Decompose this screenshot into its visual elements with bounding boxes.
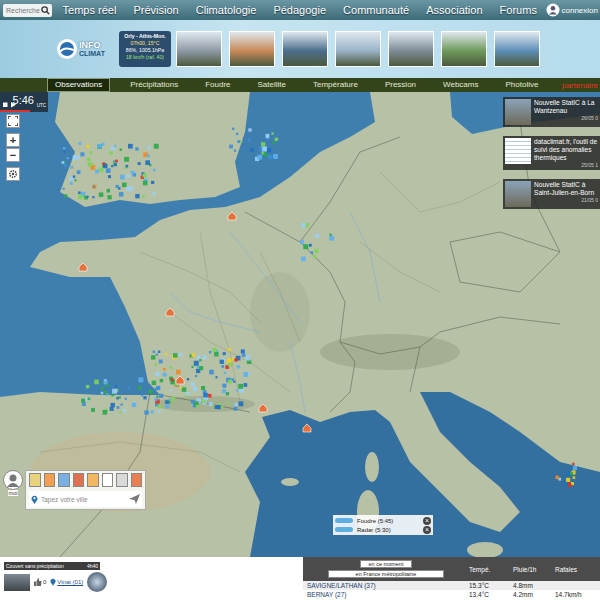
legend-toggle[interactable] xyxy=(335,518,353,523)
photo-thumb[interactable] xyxy=(388,31,434,67)
station-marker[interactable] xyxy=(176,376,184,384)
nav-item[interactable]: Temps réel xyxy=(63,4,117,16)
locator-panel: Tapez votre ville xyxy=(25,470,146,510)
settings-button[interactable] xyxy=(6,167,20,181)
partner-link[interactable]: partenaire xyxy=(562,81,600,90)
legend: Foudre (5:45) × Radar (5:30) × xyxy=(333,515,433,535)
station-box[interactable]: Orly - Athis-Mon. 07h00, 15°C86%, 1005.1… xyxy=(119,31,171,67)
area-select[interactable]: en France métropolitaine xyxy=(328,570,444,578)
observation-card[interactable]: Couvert sans précipitation 4h40 0 Vinat … xyxy=(0,557,300,600)
send-icon[interactable] xyxy=(129,494,140,504)
search-field[interactable]: Recherche xyxy=(3,4,52,17)
period-select[interactable]: en ce moment xyxy=(360,560,412,568)
logo[interactable]: INFO CLIMAT xyxy=(56,38,114,60)
user-icon xyxy=(546,3,560,17)
layer-toggle[interactable] xyxy=(131,473,143,487)
station-link[interactable]: Vinat (01) xyxy=(50,578,83,586)
column-header[interactable]: Tempé. xyxy=(469,566,513,573)
pin-icon xyxy=(31,495,38,504)
avatar-icon xyxy=(3,470,23,490)
photo-thumb[interactable] xyxy=(441,31,487,67)
layer-toggle[interactable] xyxy=(29,473,41,487)
fullscreen-button[interactable] xyxy=(6,114,20,128)
map[interactable]: 5:46 UTC +− Nouvelle StatIC à La Wantzen… xyxy=(0,92,600,557)
news-thumbnail xyxy=(505,181,531,207)
tab[interactable]: Observations xyxy=(47,78,110,92)
ranking-table: en ce moment en France métropolitaine Te… xyxy=(303,557,600,600)
news-thumbnail xyxy=(505,138,531,164)
nav-item[interactable]: Prévision xyxy=(133,4,178,16)
zoom-button[interactable]: − xyxy=(6,148,20,162)
legend-row: Radar (5:30) × xyxy=(335,525,431,534)
time-display: 5:46 UTC xyxy=(0,92,48,112)
station-marker[interactable] xyxy=(79,263,87,271)
page: Recherche Temps réel Prévision Climatologi… xyxy=(0,0,600,600)
station-marker[interactable] xyxy=(303,424,311,432)
top-nav: Recherche Temps réel Prévision Climatologi… xyxy=(0,0,600,20)
logo-icon xyxy=(56,38,78,60)
layer-toggle[interactable] xyxy=(58,473,70,487)
photo-strip xyxy=(176,31,540,67)
station-marker[interactable] xyxy=(228,212,236,220)
close-button[interactable]: × xyxy=(423,526,431,534)
station-marker[interactable] xyxy=(166,308,174,316)
column-header[interactable]: Pluie/1h xyxy=(513,566,555,573)
zoom-button[interactable]: + xyxy=(6,133,20,147)
table-row[interactable]: BERNAY (27) 13.4°C4.2mm14.7km/h xyxy=(303,590,600,599)
tab-bar: Observations Précipitations Foudre Satellit… xyxy=(0,78,600,92)
author-avatar[interactable] xyxy=(87,572,107,592)
legend-toggle[interactable] xyxy=(335,527,353,532)
map-controls: +− xyxy=(6,114,20,181)
tab[interactable]: Précipitations xyxy=(123,79,185,91)
news-card[interactable]: dataclimat.fr, l'outil de suivi des anom… xyxy=(503,136,600,170)
photo-thumb[interactable] xyxy=(176,31,222,67)
tab[interactable]: Photolive xyxy=(498,79,545,91)
layer-toggle[interactable] xyxy=(87,473,99,487)
photo-thumb[interactable] xyxy=(282,31,328,67)
login-link[interactable]: connexion xyxy=(546,3,600,17)
pin-icon xyxy=(50,578,56,586)
nav-menu: Temps réel Prévision Climatologie Pédagogie… xyxy=(52,4,546,16)
news-thumbnail xyxy=(505,99,531,125)
photo-thumb[interactable] xyxy=(494,31,540,67)
city-input[interactable]: Tapez votre ville xyxy=(29,491,142,507)
nav-item[interactable]: Pédagogie xyxy=(273,4,326,16)
tab[interactable]: Webcams xyxy=(436,79,485,91)
column-header[interactable]: Rafales xyxy=(555,566,600,573)
nav-item[interactable]: Forums xyxy=(500,4,537,16)
like-count[interactable]: 0 xyxy=(34,578,46,586)
news-card[interactable]: Nouvelle StatIC à La Wantzenau 26/05 0 xyxy=(503,97,600,127)
like-icon xyxy=(34,578,42,586)
nav-item[interactable]: Climatologie xyxy=(196,4,257,16)
bottom-panel: Couvert sans précipitation 4h40 0 Vinat … xyxy=(0,557,600,600)
tab[interactable]: Satellite xyxy=(251,79,293,91)
photo-thumb[interactable] xyxy=(229,31,275,67)
legend-row: Foudre (5:45) × xyxy=(335,516,431,525)
fullscreen-icon xyxy=(8,116,18,126)
observation-photo[interactable] xyxy=(4,574,30,591)
gear-icon xyxy=(8,169,18,179)
layer-toggle[interactable] xyxy=(116,473,128,487)
search-icon[interactable] xyxy=(41,6,50,15)
station-marker[interactable] xyxy=(259,404,267,412)
news-list: Nouvelle StatIC à La Wantzenau 26/05 0 d… xyxy=(503,97,600,209)
close-button[interactable]: × xyxy=(423,517,431,525)
photo-thumb[interactable] xyxy=(335,31,381,67)
tab[interactable]: Foudre xyxy=(198,79,237,91)
layer-toggle[interactable] xyxy=(73,473,85,487)
layer-toggle[interactable] xyxy=(102,473,114,487)
user-location[interactable]: moi xyxy=(3,470,23,496)
tab[interactable]: Température xyxy=(306,79,365,91)
layer-toggle[interactable] xyxy=(44,473,56,487)
nav-item[interactable]: Communauté xyxy=(343,4,409,16)
table-row[interactable]: SAVIGNE/LATHAN (37) 15.3°C4.8mm xyxy=(303,581,600,590)
nav-item[interactable]: Association xyxy=(426,4,482,16)
tab[interactable]: Pression xyxy=(378,79,423,91)
news-card[interactable]: Nouvelle StatIC à Saint-Julien-en-Born 2… xyxy=(503,179,600,209)
header: INFO CLIMAT Orly - Athis-Mon. 07h00, 15°… xyxy=(0,20,600,78)
